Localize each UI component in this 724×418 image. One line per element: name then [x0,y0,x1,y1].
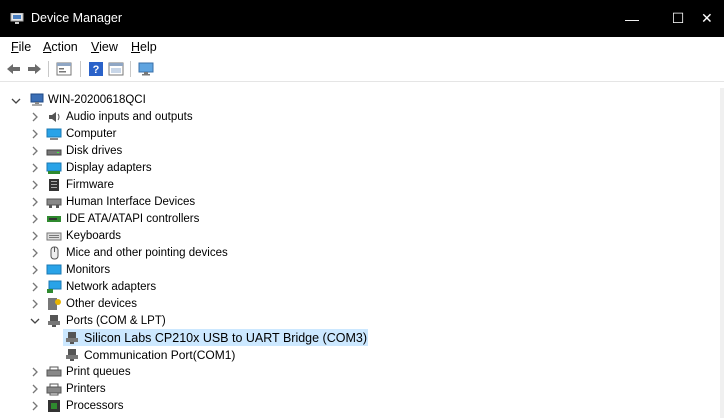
print-queue-icon [46,366,62,377]
close-button[interactable]: ✕ [701,0,724,37]
forward-icon[interactable] [26,62,42,76]
chevron-right-icon[interactable] [30,299,40,309]
chevron-right-icon[interactable] [30,129,40,139]
device-tree: WIN-20200618QCI Audio inputs and outputs… [0,88,724,418]
tree-category-label[interactable]: IDE ATA/ATAPI controllers [66,213,199,225]
chevron-right-icon[interactable] [30,180,40,190]
chevron-down-icon[interactable] [11,96,21,106]
menu-file[interactable]: File [11,40,31,54]
minimize-icon: — [625,10,639,27]
properties-icon[interactable] [56,62,72,76]
keyboard-icon [46,232,62,241]
tree-category-label[interactable]: Mice and other pointing devices [66,247,228,259]
chevron-right-icon[interactable] [30,265,40,275]
speaker-icon [49,112,60,122]
computer-tree-icon [30,93,44,106]
chevron-down-icon[interactable] [30,316,40,326]
chevron-right-icon[interactable] [30,146,40,156]
chevron-right-icon[interactable] [30,248,40,258]
display-adapter-icon [46,162,62,174]
network-adapter-icon [47,280,62,293]
scan-hardware-icon[interactable] [138,62,154,76]
tree-root-label[interactable]: WIN-20200618QCI [48,94,146,106]
menu-action[interactable]: Action [43,40,78,54]
window-title: Device Manager [31,11,123,25]
computer-icon [46,128,62,140]
port-icon [66,332,78,344]
back-icon[interactable] [6,62,22,76]
toolbar-separator [80,61,81,77]
chevron-right-icon[interactable] [30,214,40,224]
monitor-icon [46,264,62,275]
ide-controller-icon [47,216,61,222]
other-devices-icon [48,298,61,310]
help-icon[interactable]: ? [88,62,104,76]
port-icon [48,315,60,327]
device-manager-app-icon [10,13,24,24]
minimize-button[interactable]: — [609,0,655,37]
tree-category-label[interactable]: Disk drives [66,145,122,157]
tree-category-label[interactable]: Ports (COM & LPT) [66,315,166,327]
tree-category-label[interactable]: Other devices [66,298,137,310]
tree-category-label[interactable]: Processors [66,400,124,412]
processor-icon [48,400,60,412]
tree-category-label[interactable]: Display adapters [66,162,152,174]
title-bar: Device Manager — ☐ ✕ [0,0,724,37]
tree-category-label[interactable]: Human Interface Devices [66,196,195,208]
toolbar-separator [48,61,49,77]
tree-category-label[interactable]: Printers [66,383,106,395]
svg-text:?: ? [93,64,100,76]
device-cp210x-label[interactable]: Silicon Labs CP210x USB to UART Bridge (… [84,331,367,345]
tree-category-label[interactable]: Computer [66,128,117,140]
tree-category-label[interactable]: Keyboards [66,230,121,242]
menu-bar: File Action View Help [0,37,724,57]
maximize-button[interactable]: ☐ [655,0,701,37]
chevron-right-icon[interactable] [30,282,40,292]
maximize-icon: ☐ [671,10,685,26]
vertical-scrollbar[interactable] [720,88,724,418]
printer-icon [46,383,62,396]
hid-icon [46,198,62,208]
chevron-right-icon[interactable] [30,384,40,394]
device-com1-label[interactable]: Communication Port(COM1) [84,348,235,362]
chevron-right-icon[interactable] [30,231,40,241]
port-icon [66,349,78,361]
tree-category-label[interactable]: Monitors [66,264,110,276]
toolbar-separator [130,61,131,77]
chevron-right-icon[interactable] [30,367,40,377]
tree-category-label[interactable]: Print queues [66,366,131,378]
firmware-icon [49,179,59,191]
chevron-right-icon[interactable] [30,401,40,411]
tree-category-label[interactable]: Audio inputs and outputs [66,111,193,123]
chevron-right-icon[interactable] [30,112,40,122]
tree-category-label[interactable]: Network adapters [66,281,156,293]
chevron-right-icon[interactable] [30,163,40,173]
tree-category-label[interactable]: Firmware [66,179,114,191]
close-icon: ✕ [701,10,713,26]
toolbar: ? [0,57,724,82]
menu-help[interactable]: Help [131,40,157,54]
menu-view[interactable]: View [91,40,118,54]
chevron-right-icon[interactable] [30,197,40,207]
mouse-icon [50,246,59,260]
disk-drive-icon [46,149,62,156]
show-hidden-icon[interactable] [108,62,124,76]
